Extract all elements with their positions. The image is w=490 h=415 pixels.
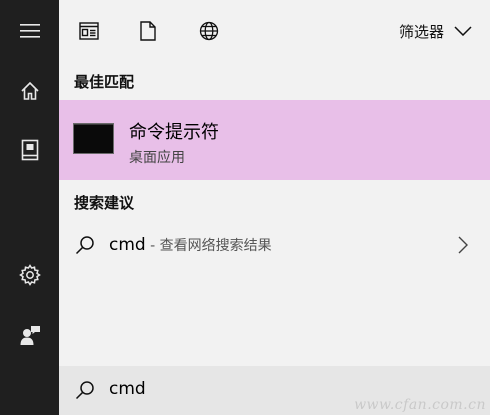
best-match-title: 命令提示符: [129, 122, 219, 143]
web-scope-icon: [199, 21, 219, 41]
feedback-person-icon: [20, 326, 40, 345]
web-scope-button[interactable]: [194, 16, 224, 46]
chevron-down-icon: [454, 26, 472, 36]
watermark: www.cfan.com.cn: [354, 397, 486, 413]
suggestion-term: cmd: [109, 235, 146, 255]
notebook-button[interactable]: [0, 128, 59, 172]
chevron-right-icon[interactable]: [458, 236, 468, 254]
hamburger-menu-button[interactable]: [0, 9, 59, 53]
settings-button[interactable]: [0, 253, 59, 297]
best-match-heading: 最佳匹配: [74, 73, 135, 91]
settings-gear-icon: [18, 264, 41, 286]
apps-scope-icon: [79, 22, 99, 40]
home-button[interactable]: [0, 69, 59, 113]
filter-label: 筛选器: [398, 22, 444, 41]
apps-scope-button[interactable]: [74, 16, 104, 46]
scope-toolbar: 筛选器: [59, 0, 490, 62]
home-icon: [20, 81, 39, 100]
suggestion-text: cmd - 查看网络搜索结果: [109, 235, 272, 255]
suggestion-description: - 查看网络搜索结果: [145, 238, 272, 254]
best-match-subtitle: 桌面应用: [129, 150, 185, 166]
suggestions-heading: 搜索建议: [74, 194, 135, 212]
search-results-panel: 筛选器 最佳匹配 命令提示符 桌面应用 搜索建议 cmd - 查看网络搜索结果 …: [59, 0, 490, 415]
feedback-button[interactable]: [0, 313, 59, 357]
command-prompt-app-icon: [73, 123, 114, 154]
hamburger-menu-icon: [19, 24, 40, 38]
search-icon: [75, 381, 94, 400]
left-rail: [0, 0, 59, 415]
web-suggestion-item[interactable]: cmd - 查看网络搜索结果: [59, 224, 490, 268]
search-input[interactable]: cmd: [109, 379, 146, 399]
filter-dropdown[interactable]: 筛选器: [399, 16, 472, 46]
documents-scope-icon: [140, 21, 156, 41]
notebook-icon: [21, 139, 38, 161]
documents-scope-button[interactable]: [133, 16, 163, 46]
best-match-result[interactable]: 命令提示符 桌面应用: [59, 100, 490, 180]
search-icon: [75, 236, 94, 255]
